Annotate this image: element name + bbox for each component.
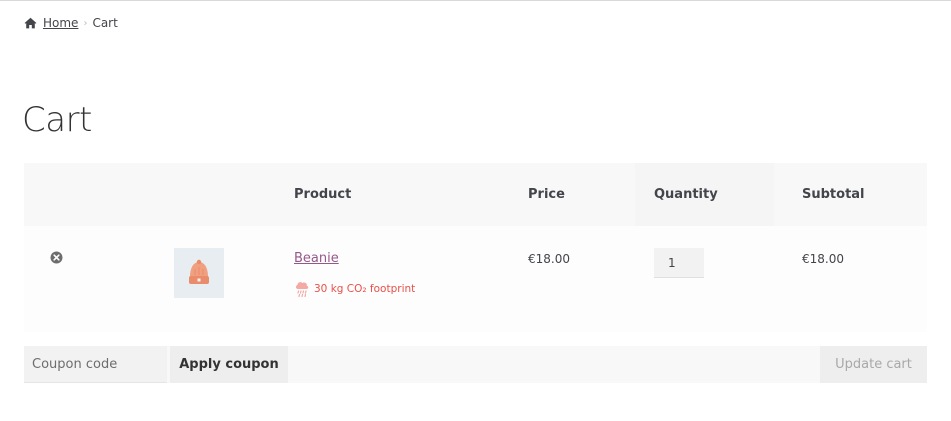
header-product: Product — [294, 187, 352, 202]
remove-circle-icon[interactable] — [50, 251, 63, 264]
breadcrumb-current: Cart — [92, 16, 118, 30]
cart-table: Product Price Quantity Subtotal — [24, 163, 927, 226]
product-link-beanie[interactable]: Beanie — [294, 251, 339, 266]
home-icon — [24, 17, 37, 29]
cart-item-row: Beanie 30 kg CO₂ footprint €18.00 €18.00 — [24, 226, 927, 332]
update-cart-button[interactable]: Update cart — [820, 346, 927, 383]
beanie-icon — [189, 259, 209, 284]
item-price: €18.00 — [528, 252, 570, 266]
breadcrumb-separator: › — [83, 17, 88, 29]
breadcrumb: Home › Cart — [24, 14, 118, 32]
co2-footprint-label: 30 kg CO₂ footprint — [314, 283, 416, 295]
co2-footprint: 30 kg CO₂ footprint — [294, 280, 415, 298]
header-quantity: Quantity — [654, 187, 718, 202]
item-subtotal: €18.00 — [802, 252, 844, 266]
cart-actions: Apply coupon Update cart — [24, 346, 927, 383]
header-price: Price — [528, 187, 565, 202]
page-title: Cart — [22, 100, 92, 140]
rain-cloud-icon — [295, 282, 309, 298]
header-subtotal: Subtotal — [802, 187, 865, 202]
breadcrumb-home-link[interactable]: Home — [43, 16, 78, 30]
quantity-input[interactable] — [654, 248, 704, 278]
product-thumbnail[interactable] — [174, 248, 224, 298]
apply-coupon-button[interactable]: Apply coupon — [170, 346, 288, 383]
coupon-code-input[interactable] — [24, 346, 167, 383]
top-divider — [0, 0, 951, 1]
cart-table-header: Product Price Quantity Subtotal — [24, 163, 927, 226]
